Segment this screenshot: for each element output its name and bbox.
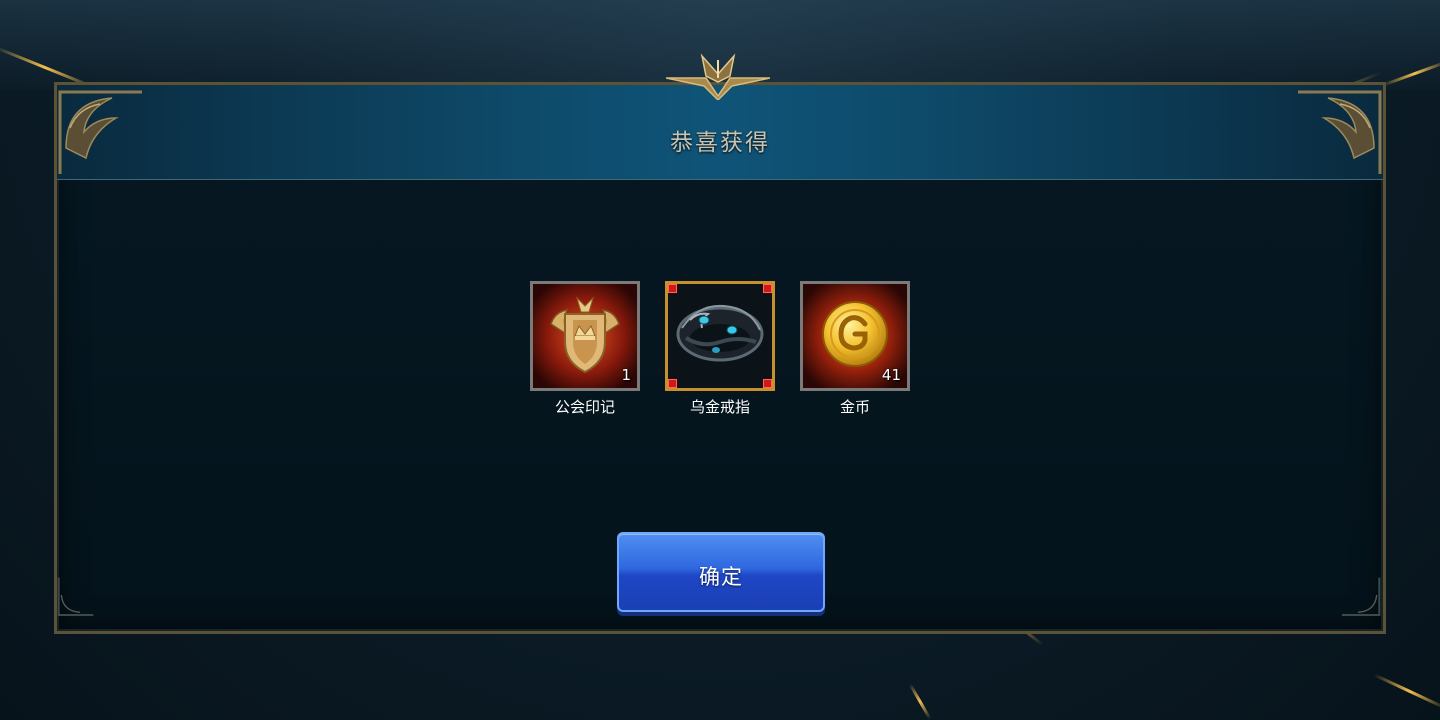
- confirm-button[interactable]: 确定: [617, 532, 825, 612]
- confirm-button-label: 确定: [699, 565, 743, 589]
- reward-item[interactable]: 41 金币: [800, 281, 910, 417]
- reward-list: 1 公会印记 乌金戒指 41 金币: [530, 281, 910, 421]
- ornament-corner-icon: [58, 90, 142, 174]
- reward-slot[interactable]: 1: [530, 281, 640, 391]
- dialog-title: 恭喜获得: [670, 130, 770, 156]
- dark-gold-ring-icon: [676, 304, 764, 362]
- reward-item[interactable]: 乌金戒指: [665, 281, 775, 417]
- light-streak: [908, 683, 932, 720]
- ornament-corner-icon: [1342, 577, 1381, 616]
- reward-item[interactable]: 1 公会印记: [530, 281, 640, 417]
- item-name: 公会印记: [554, 398, 615, 416]
- crest-icon: [666, 53, 770, 100]
- ornament-corner-icon: [57, 577, 94, 616]
- item-count: 1: [621, 366, 631, 384]
- reward-screen: 恭喜获得 1 公会印记 乌金戒指 41 金币 确定: [0, 0, 1440, 720]
- reward-slot-selected[interactable]: [665, 281, 775, 391]
- ornament-corner-icon: [1298, 90, 1382, 174]
- item-count: 41: [881, 366, 901, 384]
- light-streak: [1373, 673, 1440, 710]
- item-name: 乌金戒指: [689, 398, 750, 416]
- reward-slot[interactable]: 41: [800, 281, 910, 391]
- item-name: 金币: [839, 398, 870, 416]
